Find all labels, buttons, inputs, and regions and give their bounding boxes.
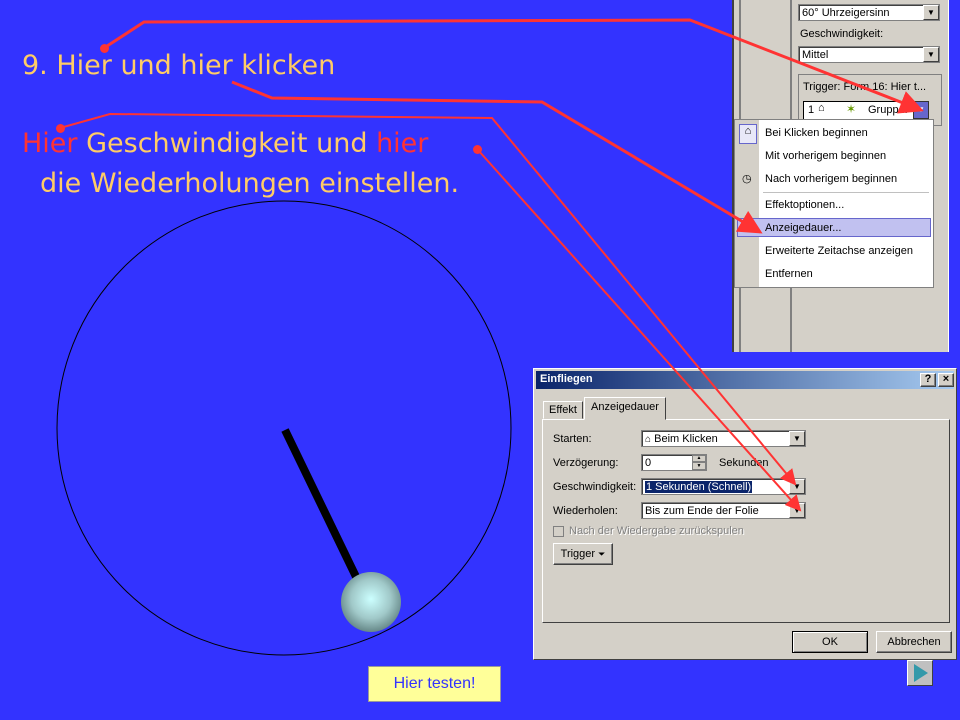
delay-value: 0 [645, 457, 652, 469]
item-number: 1 [808, 104, 815, 116]
trigger-label: Trigger [560, 548, 596, 560]
menu-item-with-previous[interactable]: Mit vorherigem beginnen [765, 150, 886, 162]
menu-item-advanced-timeline[interactable]: Erweiterte Zeitachse anzeigen [765, 245, 913, 257]
star-effect-icon: ✶ [846, 102, 857, 116]
delay-label: Verzögerung: [553, 457, 619, 469]
repeat-label: Wiederholen: [553, 505, 618, 517]
menu-item-timing[interactable]: Anzeigedauer... [765, 222, 841, 234]
speed-value: 1 Sekunden (Schnell) [645, 481, 753, 493]
chevron-down-icon[interactable]: ▼ [923, 5, 939, 20]
double-chevron-down-icon: ⏷ [598, 549, 606, 559]
close-button[interactable]: × [938, 373, 954, 387]
tab-effekt[interactable]: Effekt [543, 401, 583, 419]
spin-down-icon[interactable]: ▼ [692, 462, 706, 470]
speed-select[interactable]: Mittel ▼ [798, 46, 940, 63]
direction-value: 60° Uhrzeigersinn [802, 7, 890, 19]
test-button[interactable]: Hier testen! [368, 666, 501, 702]
item-dropdown-icon[interactable]: ▼ [913, 101, 929, 119]
mouse-icon: ⌂ [739, 124, 757, 144]
menu-item-on-click[interactable]: Bei Klicken beginnen [765, 127, 868, 139]
ok-button[interactable]: OK [792, 631, 868, 653]
context-menu: ⌂ ◷ Bei Klicken beginnen Mit vorherigem … [734, 119, 934, 288]
rewind-checkbox[interactable] [553, 526, 564, 537]
cancel-button[interactable]: Abbrechen [876, 631, 952, 653]
start-label: Starten: [553, 433, 592, 445]
mouse-icon: ⌂ [818, 102, 825, 114]
speed-select[interactable]: 1 Sekunden (Schnell) ▼ [641, 478, 806, 495]
tab-content: Starten: ⌂ Beim Klicken ▼ Verzögerung: 0… [542, 419, 950, 623]
menu-icon-column [735, 120, 759, 287]
menu-item-remove[interactable]: Entfernen [765, 268, 813, 280]
chevron-down-icon[interactable]: ▼ [789, 479, 805, 494]
help-button[interactable]: ? [920, 373, 936, 387]
annotation-dot [100, 44, 109, 53]
trigger-header: Trigger: Form 16: Hier t... [803, 81, 927, 93]
menu-separator [763, 192, 929, 193]
play-arrow-icon [914, 664, 928, 682]
dialog-title: Einfliegen [540, 373, 593, 385]
rewind-label: Nach der Wiedergabe zurückspulen [569, 525, 744, 537]
repeat-value: Bis zum Ende der Folie [645, 505, 759, 517]
annotation-dot [473, 145, 482, 154]
dialog-titlebar: Einfliegen ? × [536, 371, 954, 389]
delay-unit: Sekunden [719, 457, 769, 469]
delay-spinner[interactable]: 0 ▲ ▼ [641, 454, 707, 471]
annotation-dot [56, 124, 65, 133]
direction-select[interactable]: 60° Uhrzeigersinn ▼ [798, 4, 940, 21]
repeat-select[interactable]: Bis zum Ende der Folie ▼ [641, 502, 806, 519]
start-value: Beim Klicken [654, 433, 718, 445]
menu-item-after-previous[interactable]: Nach vorherigem beginnen [765, 173, 897, 185]
chevron-down-icon[interactable]: ▼ [789, 503, 805, 518]
pendulum-circle [56, 200, 512, 656]
clock-icon: ◷ [742, 173, 752, 185]
chevron-down-icon[interactable]: ▼ [923, 47, 939, 62]
chevron-down-icon[interactable]: ▼ [789, 431, 805, 446]
speed-value: Mittel [802, 49, 829, 61]
spinner-buttons[interactable]: ▲ ▼ [692, 455, 706, 470]
speed-label: Geschwindigkeit: [553, 481, 637, 493]
spin-up-icon[interactable]: ▲ [692, 455, 706, 462]
einfliegen-dialog: Einfliegen ? × Effekt Anzeigedauer Start… [533, 368, 957, 660]
start-select[interactable]: ⌂ Beim Klicken ▼ [641, 430, 806, 447]
trigger-button[interactable]: Trigger ⏷ [553, 543, 613, 565]
speed-label: Geschwindigkeit: [800, 28, 884, 40]
menu-item-effect-options[interactable]: Effektoptionen... [765, 199, 844, 211]
item-label: Grupp... [868, 104, 908, 116]
mouse-icon: ⌂ [645, 434, 652, 445]
tab-anzeigedauer[interactable]: Anzeigedauer [584, 397, 666, 420]
pendulum-bob [341, 572, 401, 632]
pendulum-rod [281, 428, 364, 587]
next-slide-button[interactable] [907, 660, 933, 686]
effect-item[interactable]: 1 ⌂ ✶ Grupp... ▼ [803, 101, 929, 121]
